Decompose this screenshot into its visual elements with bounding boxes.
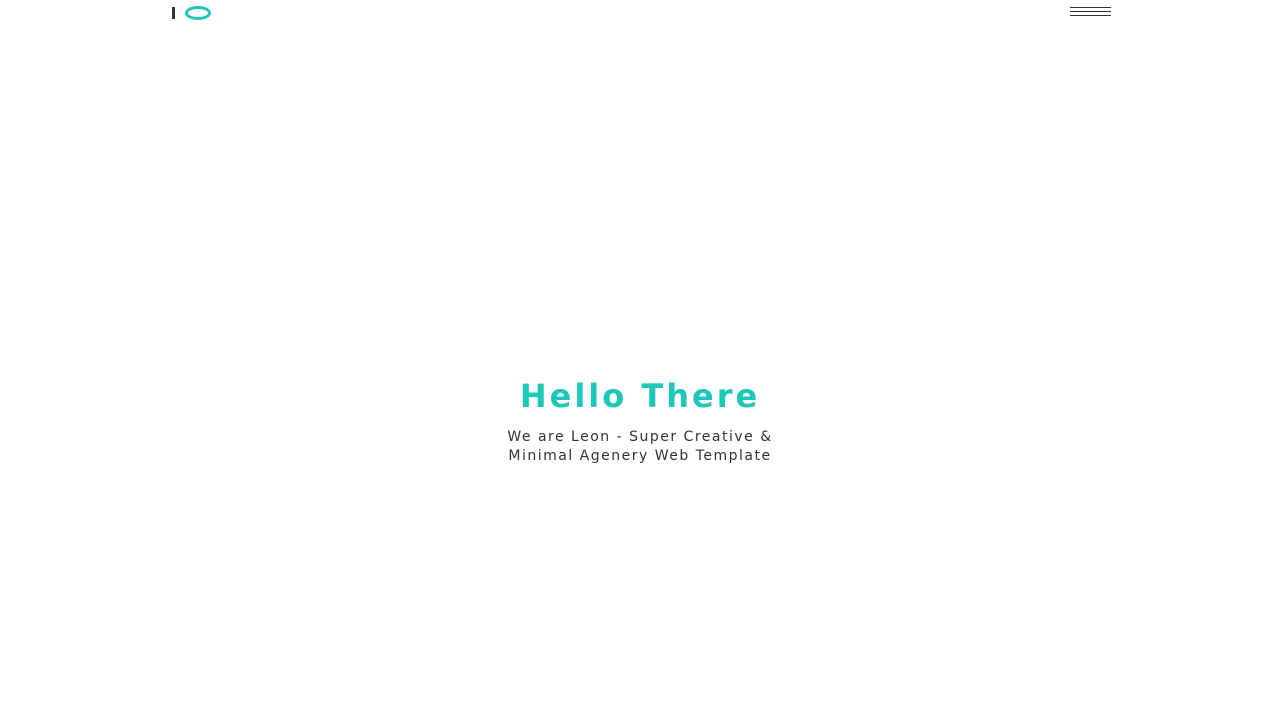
hero-title: Hello There xyxy=(519,377,761,415)
hero-subtitle: We are Leon - Super Creative & Minimal A… xyxy=(440,428,840,466)
logo-ring-icon xyxy=(185,6,211,20)
hamburger-menu-button[interactable] xyxy=(1070,5,1111,19)
site-logo[interactable] xyxy=(172,6,211,20)
hero-section: Hello There We are Leon - Super Creative… xyxy=(0,370,1280,466)
hamburger-menu-icon-line xyxy=(1070,15,1111,16)
page: Hello There We are Leon - Super Creative… xyxy=(0,0,1280,720)
hamburger-menu-icon-line xyxy=(1070,11,1111,12)
hamburger-menu-icon-line xyxy=(1070,7,1111,8)
hero-subtitle-line: We are Leon - Super Creative & xyxy=(507,429,773,445)
logo-bar-icon xyxy=(172,7,175,19)
site-header xyxy=(0,0,1280,26)
hero-subtitle-line: Minimal Agenery Web Template xyxy=(508,448,772,464)
